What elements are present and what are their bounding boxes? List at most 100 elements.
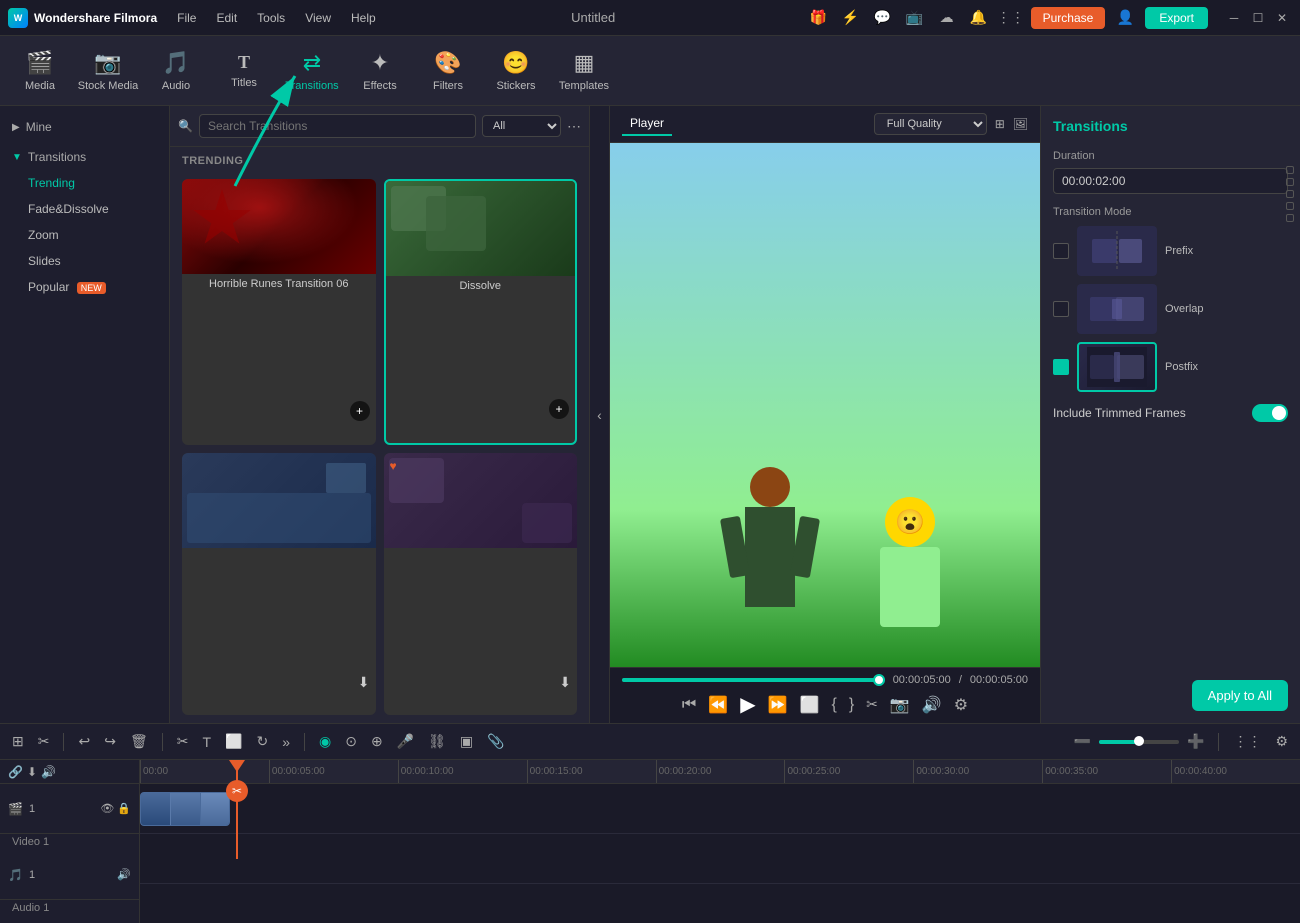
cloud-icon[interactable]: ☁	[935, 6, 959, 30]
bell-icon[interactable]: 🔔	[967, 6, 991, 30]
group-icon[interactable]: ▣	[456, 731, 477, 752]
add-icon-2[interactable]: +	[549, 399, 569, 419]
duration-value[interactable]: 00:00:02:00	[1053, 168, 1288, 194]
menu-help[interactable]: Help	[347, 9, 380, 27]
redo-icon[interactable]: ↪	[100, 731, 120, 752]
more-options-button[interactable]: ⋯	[567, 118, 581, 135]
quality-select[interactable]: Full Quality Half Quality Quarter Qualit…	[874, 113, 987, 135]
sidebar-item-zoom[interactable]: Zoom	[4, 222, 165, 248]
menu-view[interactable]: View	[301, 9, 335, 27]
screenshot-icon[interactable]: 📷	[890, 695, 910, 715]
frame-forward-icon[interactable]: ⏩	[768, 695, 788, 715]
layout-icon[interactable]: ⋮⋮	[1229, 731, 1265, 752]
settings-tl-icon[interactable]: ⚙	[1271, 731, 1292, 752]
grid-icon[interactable]: ⋮⋮	[999, 6, 1023, 30]
sidebar-transitions-header[interactable]: ▼ Transitions	[0, 144, 169, 170]
tool-templates[interactable]: ▦ Templates	[552, 41, 616, 101]
filter-select[interactable]: All Free Premium	[482, 115, 561, 137]
tool-media[interactable]: 🎬 Media	[8, 41, 72, 101]
mark-in-icon[interactable]: {	[831, 696, 836, 714]
purchase-button[interactable]: Purchase	[1031, 7, 1106, 29]
sidebar-mine-header[interactable]: ▶ Mine	[0, 114, 169, 140]
settings-icon[interactable]: ⚙	[954, 695, 968, 715]
zoom-track[interactable]	[1099, 740, 1179, 744]
lock-icon[interactable]: 🔒	[117, 802, 131, 815]
track-audio-icon[interactable]: 🔊	[41, 765, 56, 779]
chat-icon[interactable]: 💬	[871, 6, 895, 30]
main-toolbar: 🎬 Media 📷 Stock Media 🎵 Audio T Titles ⇄…	[0, 36, 1300, 106]
audio-mute-icon[interactable]: 🔊	[117, 868, 131, 881]
menu-edit[interactable]: Edit	[212, 9, 241, 27]
mic-icon[interactable]: 🎤	[393, 731, 418, 752]
device-icon[interactable]: 📺	[903, 6, 927, 30]
tool-stock-media[interactable]: 📷 Stock Media	[76, 41, 140, 101]
tool-titles[interactable]: T Titles	[212, 41, 276, 101]
more-tools-icon[interactable]: »	[278, 732, 294, 752]
delete-icon[interactable]: 🗑	[126, 731, 152, 752]
close-button[interactable]: ✕	[1272, 8, 1292, 28]
maximize-button[interactable]: ☐	[1248, 8, 1268, 28]
gift-icon[interactable]: 🎁	[807, 6, 831, 30]
transition-item-2[interactable]: + Dissolve	[384, 179, 578, 445]
track-link-icon[interactable]: 🔗	[8, 765, 23, 779]
sidebar-item-trending[interactable]: Trending	[4, 170, 165, 196]
transition-item-1[interactable]: + Horrible Runes Transition 06	[182, 179, 376, 445]
sidebar-item-slides[interactable]: Slides	[4, 248, 165, 274]
eye-icon[interactable]: 👁	[100, 802, 114, 815]
clip-frame-1	[141, 793, 171, 825]
postfix-checkbox[interactable]	[1053, 359, 1069, 375]
crop-icon[interactable]: ⬜	[800, 695, 820, 715]
download-icon-3[interactable]: ⬇	[358, 674, 370, 691]
text-tool-icon[interactable]: T	[198, 732, 215, 752]
include-trimmed-toggle[interactable]	[1252, 404, 1288, 422]
sidebar-item-popular[interactable]: Popular NEW	[4, 274, 165, 300]
collapse-panel-button[interactable]: ‹	[590, 106, 610, 723]
play-button[interactable]: ▶	[740, 692, 755, 717]
split-icon[interactable]: ✂	[866, 696, 878, 713]
transition-item-4[interactable]: ♥ ⬇	[384, 453, 578, 715]
link-icon[interactable]: ⛓	[424, 731, 450, 752]
zoom-out-icon[interactable]: ➖	[1070, 731, 1095, 752]
tab-player[interactable]: Player	[622, 112, 672, 136]
ripple-icon[interactable]: ⊕	[367, 731, 387, 752]
clip-icon[interactable]: 📎	[483, 731, 508, 752]
download-icon-4[interactable]: ⬇	[559, 674, 571, 691]
search-input[interactable]	[199, 114, 476, 138]
volume-icon[interactable]: 🔊	[922, 695, 942, 715]
track-download-icon[interactable]: ⬇	[27, 765, 37, 779]
user-icon[interactable]: 👤	[1113, 6, 1137, 30]
menu-file[interactable]: File	[173, 9, 200, 27]
undo-icon[interactable]: ↩	[74, 731, 94, 752]
video-clip[interactable]	[140, 792, 230, 826]
sidebar-item-fade-dissolve[interactable]: Fade&Dissolve	[4, 196, 165, 222]
image-view-icon[interactable]: 🖼	[1013, 117, 1028, 131]
tool-stickers[interactable]: 😊 Stickers	[484, 41, 548, 101]
tool-filters[interactable]: 🎨 Filters	[416, 41, 480, 101]
add-track-icon[interactable]: ⊞	[8, 731, 28, 752]
export-button[interactable]: Export	[1145, 7, 1208, 29]
tool-effects[interactable]: ✦ Effects	[348, 41, 412, 101]
rotate-icon[interactable]: ↻	[252, 731, 272, 752]
transform-icon[interactable]: ⬜	[221, 731, 246, 752]
zoom-in-icon[interactable]: ➕	[1183, 731, 1208, 752]
apply-to-all-button[interactable]: Apply to All	[1192, 680, 1288, 711]
overlap-checkbox[interactable]	[1053, 301, 1069, 317]
skip-back-icon[interactable]: ⏮	[682, 696, 696, 714]
grid-view-icon[interactable]: ⊞	[995, 117, 1005, 131]
menubar: W Wondershare Filmora File Edit Tools Vi…	[0, 0, 1300, 36]
split-timeline-icon[interactable]: ✂	[173, 731, 193, 752]
mark-out-icon[interactable]: }	[849, 696, 854, 714]
frame-back-icon[interactable]: ⏪	[708, 695, 728, 715]
cut-tool-icon[interactable]: ✂	[34, 731, 54, 752]
prefix-checkbox[interactable]	[1053, 243, 1069, 259]
snap-icon[interactable]: ⊙	[341, 731, 361, 752]
flash-icon[interactable]: ⚡	[839, 6, 863, 30]
progress-track[interactable]	[622, 678, 885, 682]
transition-item-3[interactable]: ⬇	[182, 453, 376, 715]
marker-icon[interactable]: ◉	[315, 731, 335, 752]
minimize-button[interactable]: ─	[1224, 8, 1244, 28]
tool-transitions[interactable]: ⇄ Transitions	[280, 41, 344, 101]
add-icon-1[interactable]: +	[350, 401, 370, 421]
tool-audio[interactable]: 🎵 Audio	[144, 41, 208, 101]
menu-tools[interactable]: Tools	[253, 9, 289, 27]
